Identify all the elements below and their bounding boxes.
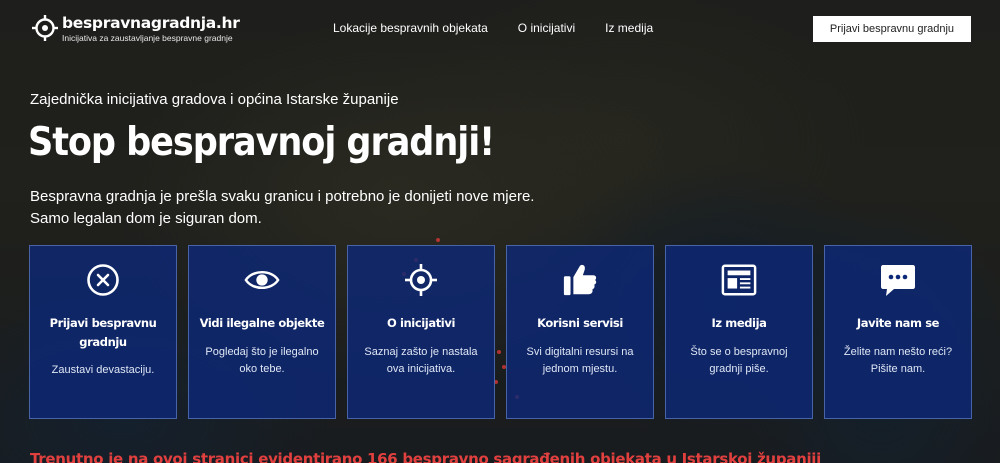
hero-kicker: Zajednička inicijativa gradova i općina …	[30, 91, 399, 108]
site-header: bespravnagradnja.hr Inicijativa za zaust…	[0, 0, 1000, 60]
hero-desc-line: Samo legalan dom je siguran dom.	[30, 210, 262, 227]
card-iz-medija[interactable]: Iz medija Što se o bespravnoj gradnji pi…	[665, 245, 813, 419]
card-text: Pogledaj što je ilegalno oko tebe.	[205, 346, 319, 375]
logo-title: bespravnagradnja.hr	[62, 14, 240, 32]
hero-description: Bespravna gradnja je prešla svaku granic…	[30, 186, 534, 230]
nav-o-inicijativi[interactable]: O inicijativi	[518, 21, 575, 35]
chat-bubble-icon	[880, 262, 916, 298]
listing-counter: Trenutno je na ovoj stranici evidentiran…	[30, 450, 821, 463]
site-logo[interactable]: bespravnagradnja.hr Inicijativa za zaust…	[32, 14, 240, 43]
card-text: Svi digitalni resursi na jednom mjestu.	[526, 346, 634, 375]
card-title: Vidi ilegalne objekte	[199, 316, 325, 330]
target-icon	[403, 262, 439, 298]
card-o-inicijativi[interactable]: O inicijativi Saznaj zašto je nastala ov…	[347, 245, 495, 419]
feature-cards: Prijavi bespravnu gradnju Zaustavi devas…	[29, 245, 972, 419]
main-nav: Lokacije bespravnih objekata O inicijati…	[333, 21, 683, 35]
report-button[interactable]: Prijavi bespravnu gradnju	[813, 16, 971, 42]
map-marker	[436, 238, 440, 242]
eye-icon	[244, 262, 280, 298]
crosshair-logo-icon	[32, 15, 58, 41]
card-title: Javite nam se	[856, 316, 940, 330]
hero-desc-line: Bespravna gradnja je prešla svaku granic…	[30, 188, 535, 205]
card-text: Zaustavi devastaciju.	[51, 364, 155, 376]
nav-lokacije[interactable]: Lokacije bespravnih objekata	[333, 21, 488, 35]
card-text: Želite nam nešto reći? Pišite nam.	[843, 346, 953, 375]
card-javite-nam-se[interactable]: Javite nam se Želite nam nešto reći? Piš…	[824, 245, 972, 419]
card-prijavi[interactable]: Prijavi bespravnu gradnju Zaustavi devas…	[29, 245, 177, 419]
hero-title: Stop bespravnoj gradnji!	[28, 120, 495, 165]
thumbs-up-icon	[562, 262, 598, 298]
newspaper-icon	[721, 262, 757, 298]
card-korisni-servisi[interactable]: Korisni servisi Svi digitalni resursi na…	[506, 245, 654, 419]
card-title: Iz medija	[711, 316, 767, 330]
nav-iz-medija[interactable]: Iz medija	[605, 21, 653, 35]
close-circle-icon	[85, 262, 121, 298]
card-title: O inicijativi	[387, 316, 455, 330]
card-title: Prijavi bespravnu gradnju	[49, 316, 157, 349]
card-vidi-objekte[interactable]: Vidi ilegalne objekte Pogledaj što je il…	[188, 245, 336, 419]
logo-subtitle: Inicijativa za zaustavljanje bespravne g…	[62, 33, 233, 43]
card-title: Korisni servisi	[537, 316, 623, 330]
card-text: Saznaj zašto je nastala ova inicijativa.	[364, 346, 478, 375]
card-text: Što se o bespravnoj gradnji piše.	[690, 346, 788, 375]
